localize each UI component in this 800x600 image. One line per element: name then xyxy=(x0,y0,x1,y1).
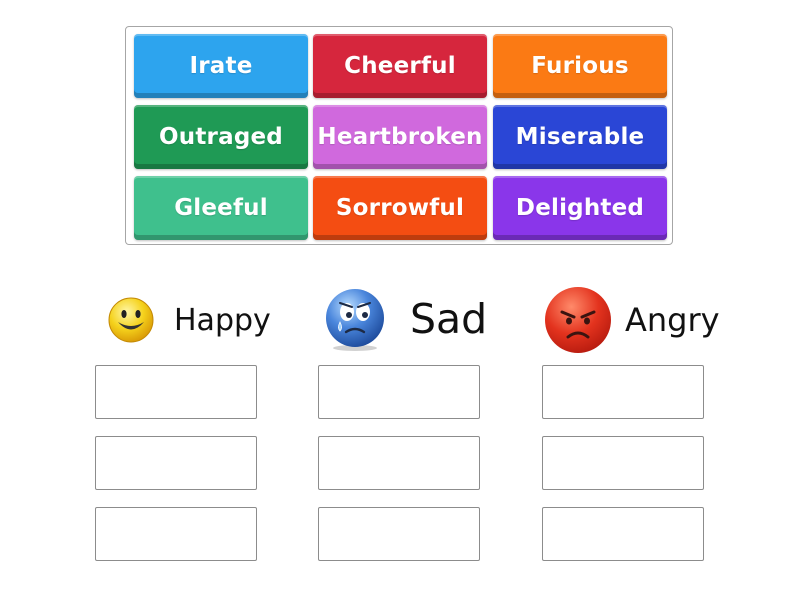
category-label-sad: Sad xyxy=(410,295,488,343)
word-tile-irate[interactable]: Irate xyxy=(134,34,308,98)
word-tile-miserable[interactable]: Miserable xyxy=(493,105,667,169)
drop-slot-happy-3[interactable] xyxy=(95,507,257,561)
word-tile-furious[interactable]: Furious xyxy=(493,34,667,98)
category-label-angry: Angry xyxy=(625,301,720,339)
word-bank: Irate Cheerful Furious Outraged Heartbro… xyxy=(125,26,673,245)
tile-label: Heartbroken xyxy=(317,124,483,150)
category-header-happy: Happy xyxy=(106,285,271,355)
word-tile-heartbroken[interactable]: Heartbroken xyxy=(313,105,487,169)
tile-label: Furious xyxy=(531,53,629,79)
category-header-sad: Sad xyxy=(322,284,487,354)
drop-slot-angry-2[interactable] xyxy=(542,436,704,490)
drop-slot-sad-1[interactable] xyxy=(318,365,480,419)
word-tile-gleeful[interactable]: Gleeful xyxy=(134,176,308,240)
tile-label: Miserable xyxy=(515,124,645,150)
category-header-angry: Angry xyxy=(543,285,720,355)
drop-slot-happy-1[interactable] xyxy=(95,365,257,419)
happy-smiley-icon xyxy=(108,297,154,343)
word-tile-outraged[interactable]: Outraged xyxy=(134,105,308,169)
angry-face-icon xyxy=(545,287,611,353)
word-tile-delighted[interactable]: Delighted xyxy=(493,176,667,240)
drop-slot-angry-3[interactable] xyxy=(542,507,704,561)
tile-label: Sorrowful xyxy=(335,195,465,221)
drop-slot-angry-1[interactable] xyxy=(542,365,704,419)
word-tile-sorrowful[interactable]: Sorrowful xyxy=(313,176,487,240)
drop-slot-happy-2[interactable] xyxy=(95,436,257,490)
word-tile-cheerful[interactable]: Cheerful xyxy=(313,34,487,98)
drop-slot-sad-2[interactable] xyxy=(318,436,480,490)
tile-label: Delighted xyxy=(515,195,645,221)
tile-label: Cheerful xyxy=(344,53,456,79)
tile-label: Outraged xyxy=(159,124,283,150)
category-label-happy: Happy xyxy=(174,302,271,338)
sad-face-icon xyxy=(326,289,384,351)
drop-slot-sad-3[interactable] xyxy=(318,507,480,561)
group-sort-activity: Irate Cheerful Furious Outraged Heartbro… xyxy=(0,0,800,600)
tile-label: Irate xyxy=(189,53,253,79)
tile-label: Gleeful xyxy=(174,195,268,221)
